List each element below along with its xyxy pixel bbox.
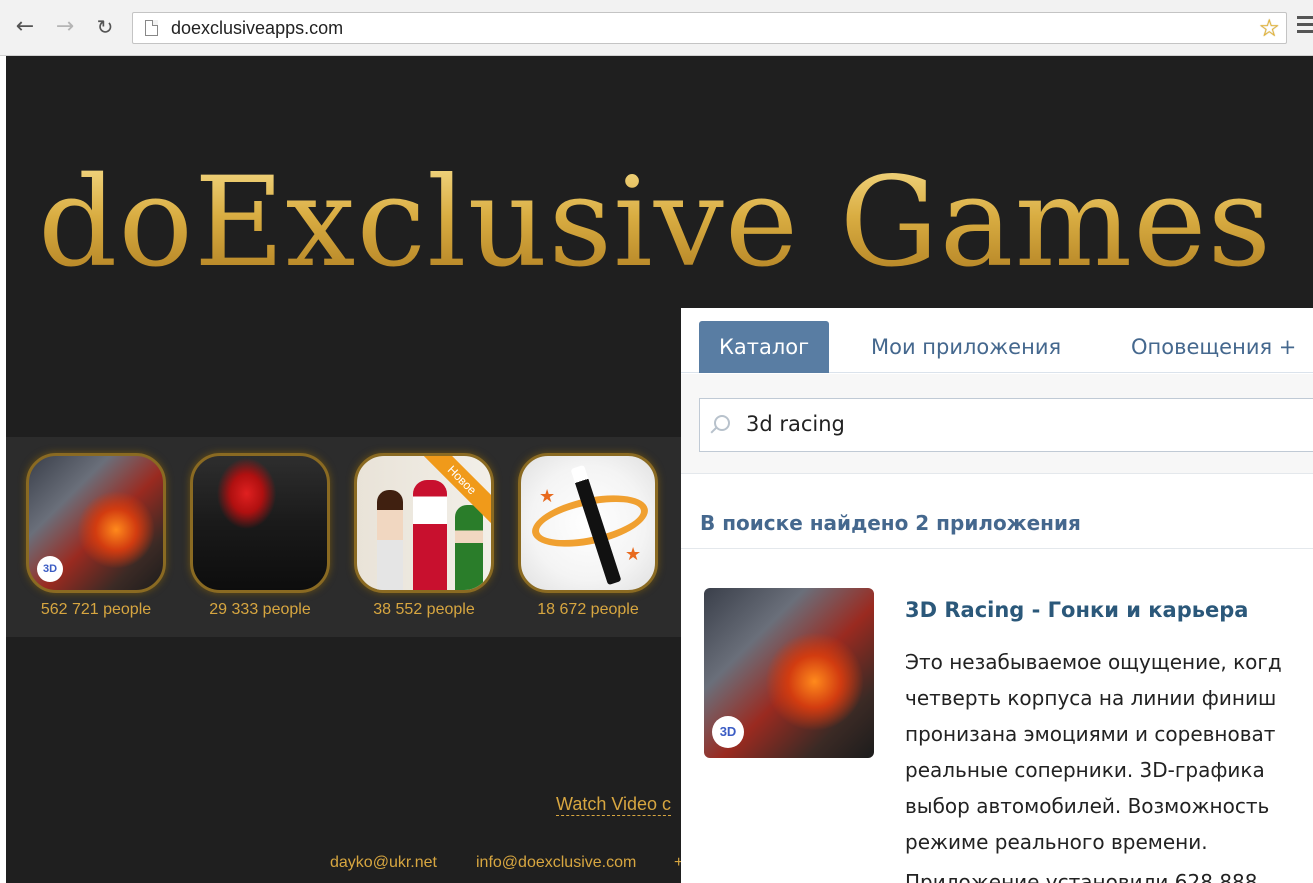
menu-icon[interactable] [1297, 16, 1313, 37]
app-people-count: 29 333 people [209, 601, 311, 618]
app-people-count: 38 552 people [373, 601, 475, 618]
description-line: выбор автомобилей. Возможность [905, 794, 1270, 818]
app-people-count: 18 672 people [537, 601, 639, 618]
badge-3d: 3D [712, 716, 744, 748]
vk-tab-bar: Каталог Мои приложения Оповещения + [681, 308, 1313, 373]
badge-3d: 3D [37, 556, 63, 582]
search-icon [714, 415, 730, 431]
description-line: реальные соперники. 3D-графика [905, 758, 1265, 782]
app-image[interactable]: ★ ★ [518, 453, 658, 593]
arrow-left-icon[interactable]: ← [12, 14, 38, 40]
description-line: пронизана эмоциями и соревноват [905, 722, 1276, 746]
tab-notifications[interactable]: Оповещения + [1111, 321, 1313, 373]
address-bar[interactable]: doexclusiveapps.com ☆ [132, 12, 1287, 44]
result-app-title[interactable]: 3D Racing - Гонки и карьера [905, 598, 1248, 622]
browser-toolbar: ← → ↻ doexclusiveapps.com ☆ [0, 0, 1313, 56]
description-line: четверть корпуса на линии финиш [905, 686, 1277, 710]
description-line: режиме реального времени. [905, 830, 1208, 854]
tab-catalog[interactable]: Каталог [699, 321, 830, 373]
star-icon[interactable]: ☆ [1258, 14, 1280, 42]
app-people-count: 562 721 people [40, 601, 152, 618]
site-logo[interactable]: doExclusive Games [38, 151, 1272, 295]
footer-email-link[interactable]: dayko@ukr.net [330, 854, 437, 872]
star-sparkle-icon: ★ [625, 544, 642, 565]
description-line: Это незабываемое ощущение, когд [905, 650, 1282, 674]
app-image[interactable]: 3D [26, 453, 166, 593]
reload-icon[interactable]: ↻ [92, 14, 118, 40]
watch-video-link[interactable]: Watch Video c [556, 794, 672, 816]
result-app-icon[interactable]: 3D [704, 588, 874, 758]
star-sparkle-icon: ★ [539, 486, 556, 507]
page-icon [145, 20, 158, 36]
search-value[interactable]: 3d racing [746, 412, 845, 436]
tab-my-apps[interactable]: Мои приложения [851, 321, 1081, 373]
result-users-count: Приложение установили 628 888 [905, 870, 1258, 883]
app-tile-racing[interactable]: 3D 562 721 people [26, 453, 166, 619]
vk-apps-panel: Каталог Мои приложения Оповещения + 3d r… [681, 308, 1313, 883]
arrow-right-icon[interactable]: → [52, 14, 78, 40]
footer-email-link[interactable]: info@doexclusive.com [476, 854, 636, 872]
app-tile-party[interactable]: Новое 38 552 people [354, 453, 494, 619]
search-area: 3d racing [681, 374, 1313, 474]
app-image[interactable]: Новое [354, 453, 494, 593]
search-input[interactable]: 3d racing [699, 398, 1313, 452]
divider [681, 548, 1313, 549]
app-tile-wedding[interactable]: 29 333 people [190, 453, 330, 619]
app-image[interactable] [190, 453, 330, 593]
url-text[interactable]: doexclusiveapps.com [171, 18, 343, 39]
search-result-count: В поиске найдено 2 приложения [700, 511, 1081, 535]
result-app-description: Это незабываемое ощущение, когд четверть… [905, 644, 1313, 860]
app-tile-magic[interactable]: ★ ★ 18 672 people [518, 453, 658, 619]
